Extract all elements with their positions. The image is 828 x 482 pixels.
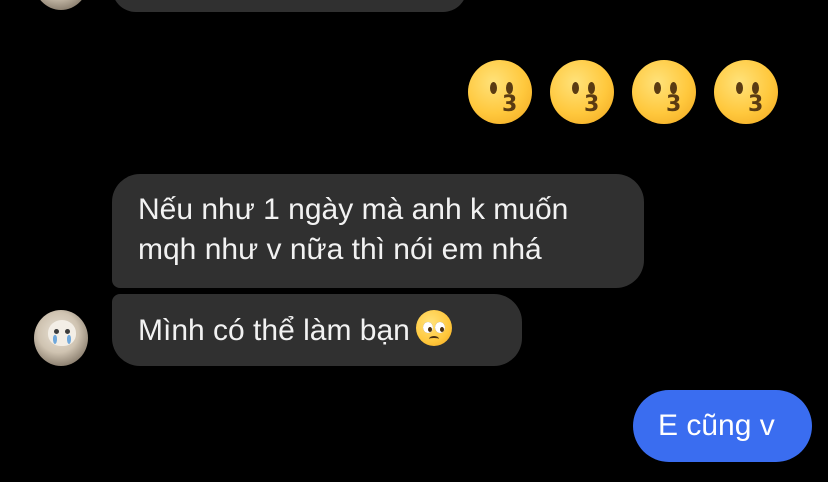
contact-avatar[interactable] bbox=[34, 310, 88, 366]
pleading-face-icon bbox=[415, 310, 452, 346]
kissing-face-icon: 3 bbox=[714, 60, 778, 124]
message-text: Mình có thể làm bạn bbox=[138, 314, 410, 347]
message-text: E cũng v bbox=[658, 409, 775, 442]
message-bubble[interactable]: Nếu như 1 ngày mà anh k muốn mqh như v n… bbox=[112, 174, 644, 288]
kissing-face-icon: 3 bbox=[468, 60, 532, 124]
message-bubble-partial[interactable] bbox=[112, 0, 467, 12]
kissing-face-icon: 3 bbox=[632, 60, 696, 124]
cat-face bbox=[48, 320, 76, 346]
contact-avatar-top[interactable] bbox=[34, 0, 88, 10]
message-bubble[interactable]: Mình có thể làm bạn bbox=[112, 294, 522, 366]
message-line: Nếu như 1 ngày mà anh k muốn bbox=[138, 193, 569, 226]
message-line: mqh như v nữa thì nói em nhá bbox=[138, 233, 542, 266]
kissing-face-icon: 3 bbox=[550, 60, 614, 124]
message-bubble-outgoing[interactable]: E cũng v bbox=[633, 390, 812, 462]
